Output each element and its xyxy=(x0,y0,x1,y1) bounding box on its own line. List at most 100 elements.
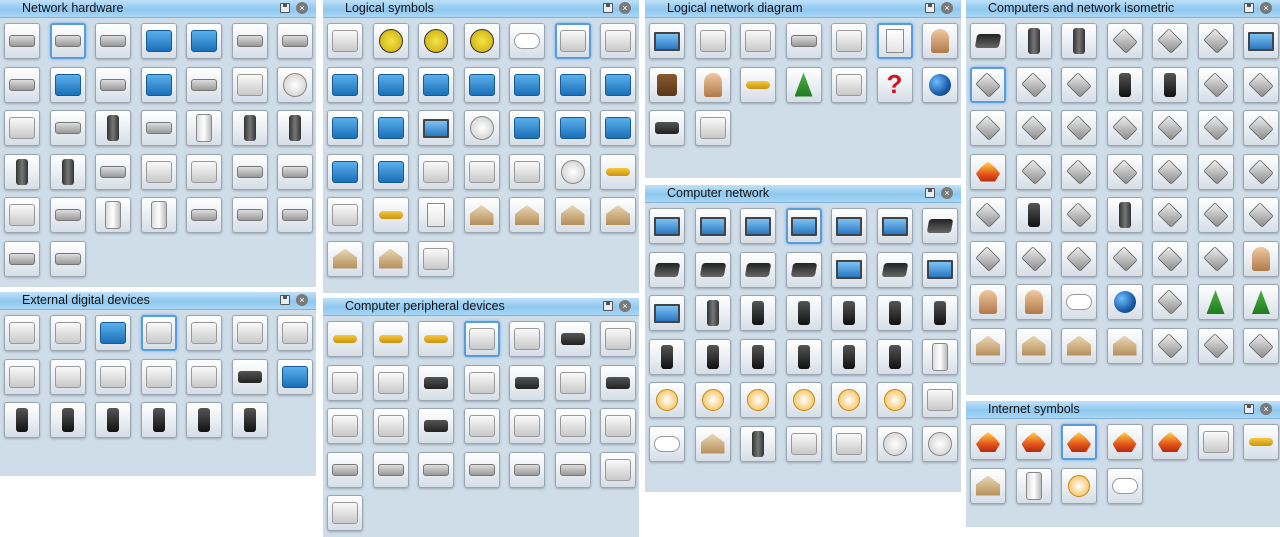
library-item[interactable] xyxy=(649,23,685,59)
library-item[interactable] xyxy=(372,240,409,277)
library-item[interactable] xyxy=(1061,327,1097,364)
library-item[interactable] xyxy=(694,425,731,462)
library-item[interactable] xyxy=(1015,327,1052,364)
library-item[interactable] xyxy=(1061,467,1097,504)
library-item[interactable] xyxy=(140,66,177,103)
library-item[interactable] xyxy=(740,338,776,375)
library-item[interactable] xyxy=(1061,284,1097,320)
library-item[interactable] xyxy=(509,66,545,103)
library-item[interactable] xyxy=(1106,153,1143,190)
library-item[interactable] xyxy=(231,315,268,351)
library-item[interactable] xyxy=(95,358,131,395)
library-item[interactable] xyxy=(4,358,40,395)
library-item[interactable] xyxy=(327,23,363,59)
library-item[interactable] xyxy=(649,208,685,244)
library-item[interactable] xyxy=(600,197,636,233)
library-item[interactable] xyxy=(970,153,1006,190)
library-item[interactable] xyxy=(970,284,1006,320)
library-item[interactable] xyxy=(554,321,591,357)
library-item[interactable] xyxy=(95,402,131,438)
library-item[interactable] xyxy=(277,66,313,103)
library-item[interactable] xyxy=(922,66,958,103)
close-icon[interactable]: × xyxy=(1260,2,1272,14)
library-item[interactable] xyxy=(831,295,867,331)
library-item[interactable] xyxy=(186,23,222,59)
library-item[interactable] xyxy=(876,23,913,59)
library-item[interactable] xyxy=(1015,153,1052,190)
library-item[interactable] xyxy=(554,451,591,488)
library-item[interactable] xyxy=(372,153,409,190)
library-item[interactable] xyxy=(372,451,409,488)
panel-titlebar[interactable]: Logical network diagram × xyxy=(645,0,961,18)
save-icon[interactable] xyxy=(603,3,613,13)
library-item[interactable] xyxy=(970,327,1006,364)
library-item[interactable] xyxy=(231,197,268,233)
save-icon[interactable] xyxy=(280,3,290,13)
library-item[interactable] xyxy=(1243,240,1279,277)
library-item[interactable] xyxy=(1152,424,1188,460)
library-item[interactable] xyxy=(49,358,86,395)
library-item[interactable] xyxy=(372,110,409,146)
library-item[interactable] xyxy=(509,197,545,233)
library-item[interactable] xyxy=(372,23,409,59)
library-item[interactable] xyxy=(740,382,776,418)
library-item[interactable] xyxy=(463,408,500,444)
library-item[interactable] xyxy=(231,153,268,190)
library-item[interactable] xyxy=(740,251,776,288)
library-item[interactable] xyxy=(418,110,454,146)
library-item[interactable] xyxy=(49,23,86,59)
library-item[interactable] xyxy=(49,402,86,438)
library-item[interactable] xyxy=(418,321,454,357)
library-item[interactable] xyxy=(140,23,177,59)
library-item[interactable] xyxy=(1106,240,1143,277)
library-item[interactable] xyxy=(554,23,591,59)
library-item[interactable] xyxy=(694,23,731,59)
library-item[interactable] xyxy=(649,425,685,462)
library-item[interactable] xyxy=(1106,197,1143,233)
library-item[interactable] xyxy=(231,23,268,59)
library-item[interactable] xyxy=(1243,23,1279,59)
library-item[interactable] xyxy=(970,66,1006,103)
library-item[interactable] xyxy=(649,110,685,146)
save-icon[interactable] xyxy=(280,295,290,305)
library-item[interactable] xyxy=(418,451,454,488)
library-item[interactable] xyxy=(1061,110,1097,146)
library-item[interactable] xyxy=(95,315,131,351)
library-item[interactable] xyxy=(463,451,500,488)
library-item[interactable] xyxy=(418,23,454,59)
library-item[interactable] xyxy=(95,197,131,233)
library-item[interactable] xyxy=(186,153,222,190)
library-item[interactable] xyxy=(922,338,958,375)
library-item[interactable] xyxy=(95,153,131,190)
library-item[interactable] xyxy=(785,66,822,103)
library-item[interactable] xyxy=(463,153,500,190)
library-item[interactable] xyxy=(922,208,958,244)
library-item[interactable] xyxy=(186,315,222,351)
library-item[interactable] xyxy=(1015,284,1052,320)
panel-titlebar[interactable]: Logical symbols × xyxy=(323,0,639,18)
library-item[interactable] xyxy=(831,338,867,375)
library-item[interactable] xyxy=(1243,197,1279,233)
library-item[interactable] xyxy=(1197,153,1234,190)
library-item[interactable] xyxy=(509,153,545,190)
panel-titlebar[interactable]: External digital devices × xyxy=(0,292,316,310)
library-item[interactable] xyxy=(4,110,40,146)
library-item[interactable] xyxy=(140,315,177,351)
library-item[interactable] xyxy=(463,66,500,103)
library-item[interactable] xyxy=(785,208,822,244)
library-item[interactable] xyxy=(4,197,40,233)
library-item[interactable] xyxy=(740,425,776,462)
library-item[interactable] xyxy=(970,110,1006,146)
library-item[interactable] xyxy=(509,23,545,59)
library-item[interactable] xyxy=(922,23,958,59)
library-item[interactable] xyxy=(740,66,776,103)
library-item[interactable] xyxy=(876,425,913,462)
library-item[interactable] xyxy=(463,197,500,233)
library-item[interactable] xyxy=(970,467,1006,504)
library-item[interactable] xyxy=(785,338,822,375)
library-item[interactable] xyxy=(1152,110,1188,146)
save-icon[interactable] xyxy=(603,301,613,311)
library-item[interactable] xyxy=(1152,284,1188,320)
library-item[interactable] xyxy=(970,424,1006,460)
library-item[interactable] xyxy=(1197,424,1234,460)
